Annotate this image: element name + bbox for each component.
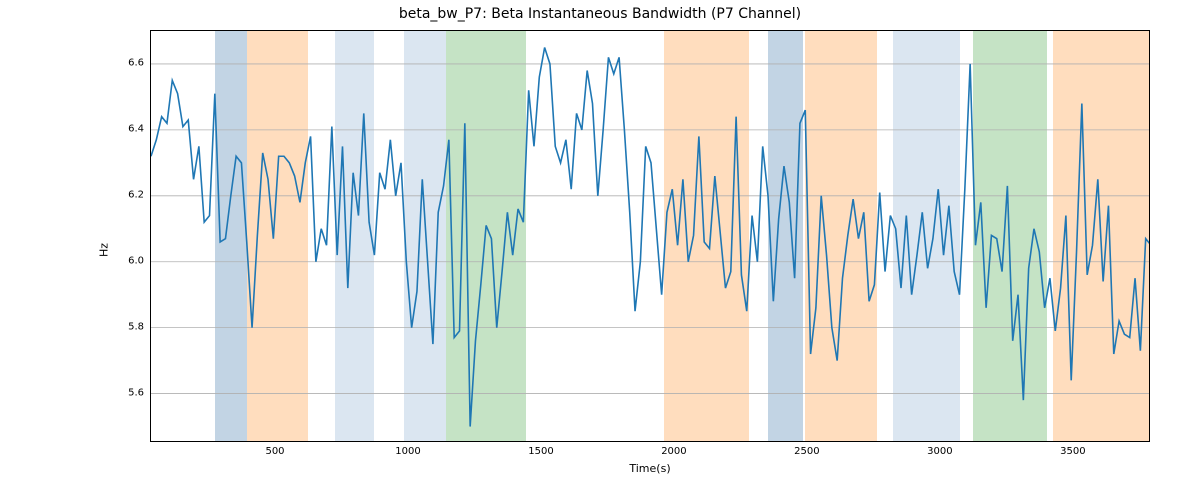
x-tick-label: 1000 bbox=[395, 446, 420, 457]
x-tick-label: 3000 bbox=[927, 446, 952, 457]
y-tick-label: 5.6 bbox=[104, 387, 144, 398]
y-tick-label: 6.4 bbox=[104, 123, 144, 134]
x-tick-label: 2500 bbox=[794, 446, 819, 457]
x-tick-label: 1500 bbox=[528, 446, 553, 457]
y-tick-label: 6.0 bbox=[104, 255, 144, 266]
y-tick-label: 6.2 bbox=[104, 189, 144, 200]
x-tick-label: 3500 bbox=[1060, 446, 1085, 457]
chart-title: beta_bw_P7: Beta Instantaneous Bandwidth… bbox=[0, 6, 1200, 22]
y-tick-label: 5.8 bbox=[104, 321, 144, 332]
x-axis-label: Time(s) bbox=[150, 462, 1150, 475]
plot-svg bbox=[151, 31, 1150, 442]
plot-area bbox=[150, 30, 1150, 442]
y-tick-label: 6.6 bbox=[104, 57, 144, 68]
figure: beta_bw_P7: Beta Instantaneous Bandwidth… bbox=[0, 0, 1200, 500]
x-tick-label: 2000 bbox=[661, 446, 686, 457]
x-tick-label: 500 bbox=[265, 446, 284, 457]
data-line bbox=[151, 47, 1150, 426]
